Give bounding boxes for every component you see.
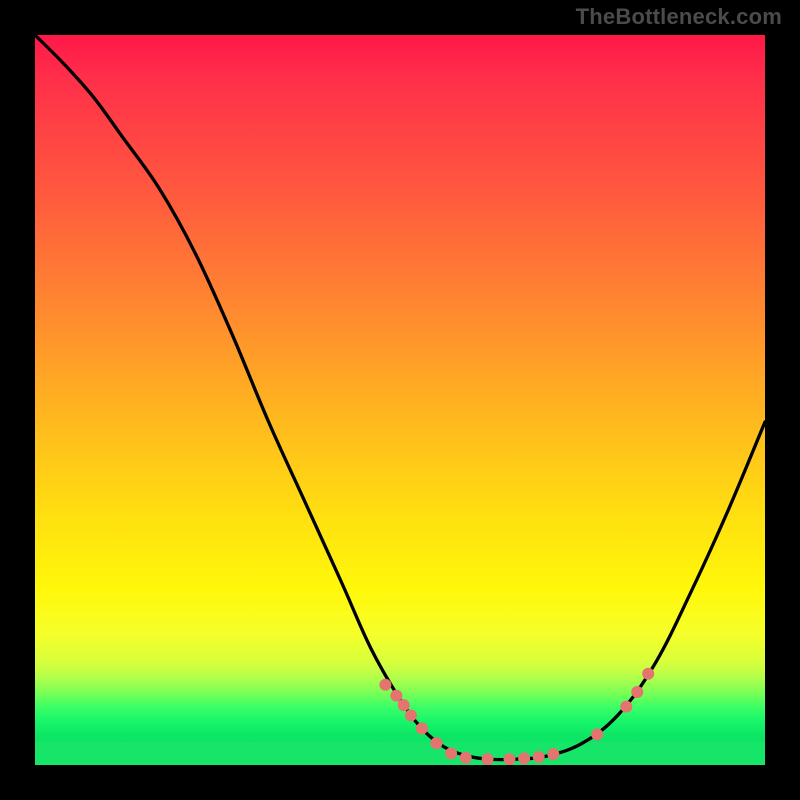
curve-marker [482, 753, 494, 765]
curve-marker [642, 668, 654, 680]
curve-markers [379, 668, 654, 765]
bottleneck-curve [35, 35, 765, 760]
curve-marker [416, 722, 428, 734]
curve-marker [390, 690, 402, 702]
curve-marker [620, 701, 632, 713]
plot-area [35, 35, 765, 765]
curve-marker [591, 728, 603, 740]
curve-marker [460, 752, 472, 764]
curve-marker [379, 679, 391, 691]
chart-frame: TheBottleneck.com [0, 0, 800, 800]
curve-marker [503, 753, 515, 765]
curve-marker [405, 709, 417, 721]
curve-marker [518, 752, 530, 764]
curve-marker [398, 699, 410, 711]
curve-marker [445, 747, 457, 759]
curve-marker [430, 737, 442, 749]
watermark-text: TheBottleneck.com [576, 4, 782, 30]
curve-marker [547, 748, 559, 760]
curve-marker [533, 751, 545, 763]
curve-marker [631, 686, 643, 698]
curve-layer [35, 35, 765, 765]
